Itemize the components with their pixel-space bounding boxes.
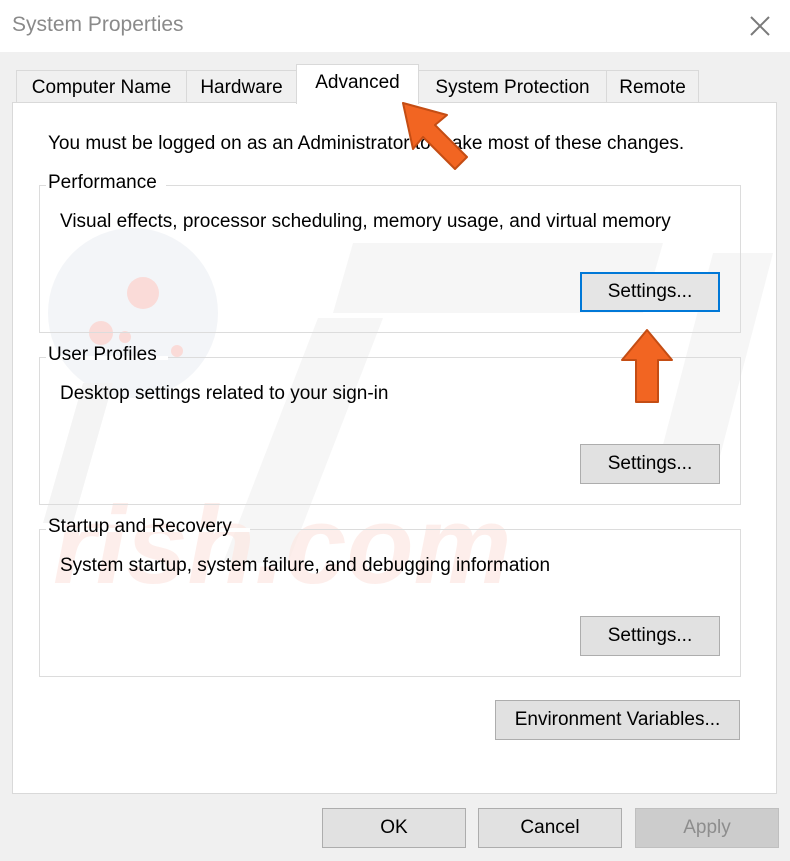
close-x-icon [750,16,770,36]
tab-system-protection[interactable]: System Protection [418,70,607,103]
apply-button[interactable]: Apply [635,808,779,848]
user-profiles-group: User Profiles Desktop settings related t… [39,344,741,505]
tab-computer-name[interactable]: Computer Name [16,70,187,103]
tab-hardware[interactable]: Hardware [186,70,297,103]
cancel-button[interactable]: Cancel [478,808,622,848]
performance-settings-button[interactable]: Settings... [580,272,720,312]
startup-recovery-description: System startup, system failure, and debu… [60,555,551,576]
environment-variables-button[interactable]: Environment Variables... [495,700,740,740]
window-title: System Properties [12,13,184,36]
startup-recovery-group-label: Startup and Recovery [48,516,232,537]
title-bar: System Properties [0,0,790,52]
user-profiles-description: Desktop settings related to your sign-in [60,383,389,404]
admin-notice: You must be logged on as an Administrato… [48,133,685,154]
ok-button[interactable]: OK [322,808,466,848]
startup-recovery-settings-button[interactable]: Settings... [580,616,720,656]
performance-group: Performance Visual effects, processor sc… [39,172,741,333]
tab-remote[interactable]: Remote [606,70,699,103]
advanced-tab-panel: rish.com You must be logged on as an Adm… [12,102,777,794]
startup-recovery-group: Startup and Recovery System startup, sys… [39,516,741,677]
user-profiles-group-label: User Profiles [48,344,157,365]
performance-description: Visual effects, processor scheduling, me… [60,211,671,232]
performance-group-label: Performance [48,172,157,193]
user-profiles-settings-button[interactable]: Settings... [580,444,720,484]
close-button[interactable] [742,8,778,44]
tab-advanced[interactable]: Advanced [296,64,419,104]
